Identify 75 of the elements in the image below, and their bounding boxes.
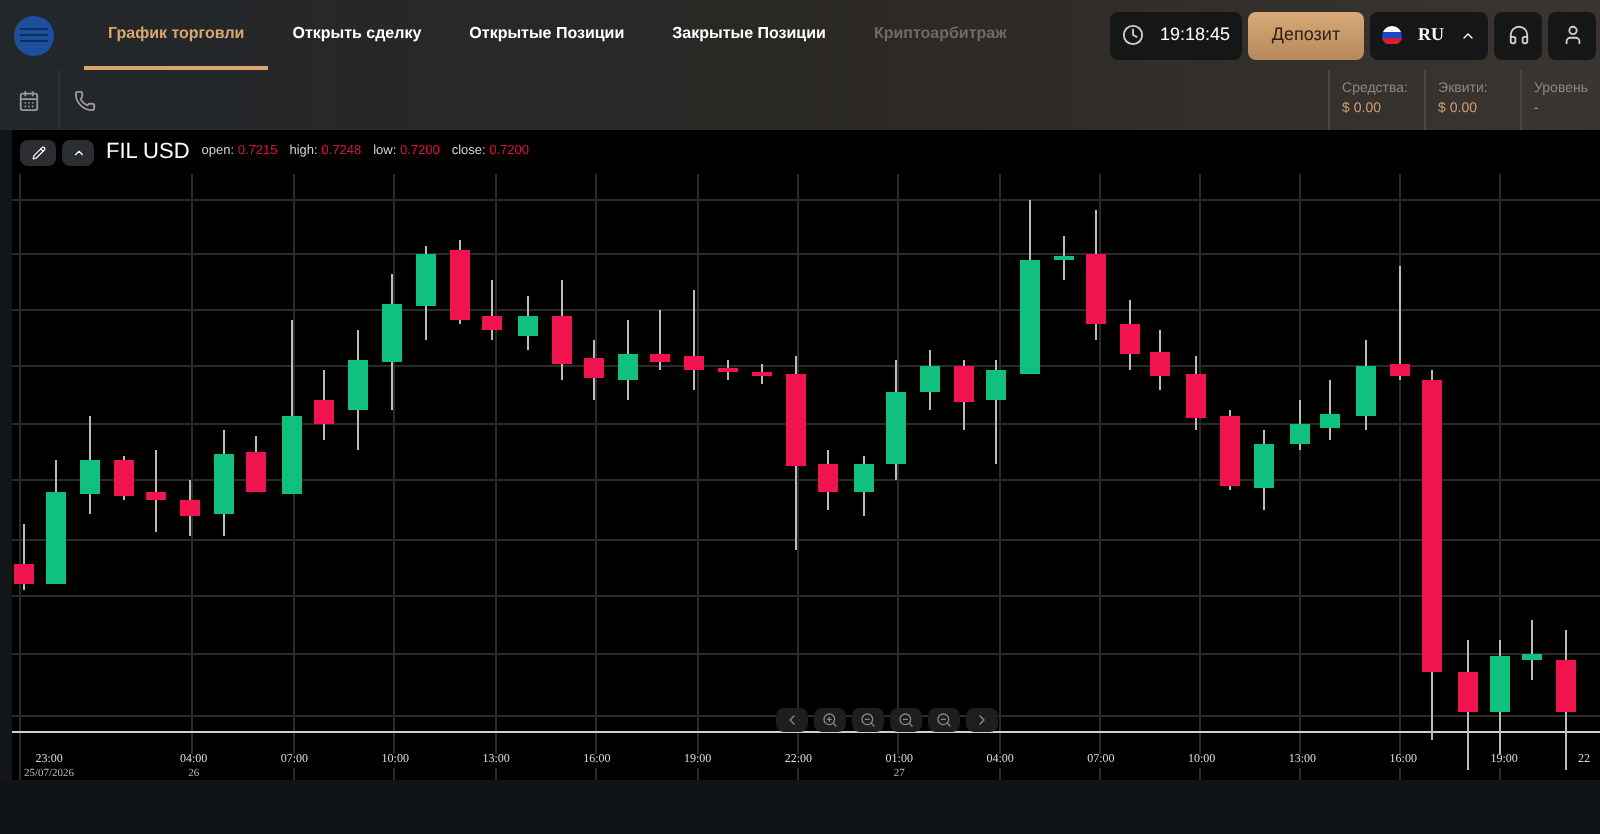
- clock-icon: [1121, 24, 1144, 46]
- candle: [618, 319, 638, 401]
- caret-icon: [71, 145, 85, 159]
- candle: [382, 273, 402, 411]
- candle: [1556, 629, 1576, 771]
- candle: [854, 455, 874, 517]
- user-icon: [1561, 24, 1583, 46]
- chevron-right-icon: [974, 712, 990, 728]
- candle: [920, 349, 940, 411]
- candle: [718, 359, 738, 381]
- pencil-icon: [31, 145, 45, 159]
- candle: [482, 279, 502, 341]
- deposit-button[interactable]: Депозит: [1248, 11, 1364, 59]
- candle: [1390, 265, 1410, 381]
- zoom-out-icon: [860, 712, 876, 728]
- candle: [46, 459, 66, 585]
- zoom-in-icon: [822, 712, 838, 728]
- candle: [886, 359, 906, 481]
- language-selector[interactable]: RU: [1370, 11, 1488, 59]
- candle: [1254, 429, 1274, 511]
- candle: [180, 479, 200, 537]
- zoom-out-icon: [936, 712, 952, 728]
- candle: [986, 359, 1006, 465]
- phone-icon: [73, 89, 95, 111]
- candle: [954, 359, 974, 431]
- candle: [314, 369, 334, 441]
- candle: [114, 455, 134, 501]
- candle: [146, 449, 166, 533]
- candle: [518, 295, 538, 351]
- zoom-out-button[interactable]: [890, 708, 922, 732]
- candle: [1186, 355, 1206, 431]
- zoom-out-icon: [898, 712, 914, 728]
- candle: [1120, 299, 1140, 371]
- profile-button[interactable]: [1548, 11, 1596, 59]
- zoom-out-button[interactable]: [928, 708, 960, 732]
- candle: [450, 239, 470, 325]
- scroll-left-button[interactable]: [776, 708, 808, 732]
- candle: [246, 435, 266, 493]
- candle: [80, 415, 100, 515]
- candle: [752, 363, 772, 385]
- zoom-in-button[interactable]: [814, 708, 846, 732]
- nav-tab[interactable]: Закрытые Позиции: [648, 0, 850, 70]
- nav-tab[interactable]: График торговли: [84, 0, 269, 70]
- candle: [214, 429, 234, 537]
- candle: [1320, 379, 1340, 441]
- flag-icon: [1382, 25, 1402, 45]
- calendar-icon: [18, 89, 40, 111]
- headset-icon: [1507, 24, 1529, 46]
- nav-tab[interactable]: Открыть сделку: [268, 0, 446, 70]
- drawing-tool-button[interactable]: [20, 139, 56, 165]
- candle: [650, 309, 670, 371]
- candle: [1054, 235, 1074, 281]
- nav-tab[interactable]: Открытые Позиции: [445, 0, 649, 70]
- clock-time: 19:18:45: [1159, 21, 1230, 48]
- candle: [416, 245, 436, 341]
- candle: [1220, 409, 1240, 491]
- collapse-button[interactable]: [62, 139, 94, 165]
- candle: [552, 279, 572, 381]
- scroll-right-button[interactable]: [966, 708, 998, 732]
- candle: [14, 523, 34, 591]
- zoom-out-button[interactable]: [852, 708, 884, 732]
- candle: [818, 449, 838, 511]
- candle: [348, 329, 368, 451]
- symbol-name: FIL USD: [106, 137, 190, 168]
- candle: [1522, 619, 1542, 681]
- support-button[interactable]: [1494, 11, 1542, 59]
- candle: [1150, 329, 1170, 391]
- candle: [1086, 209, 1106, 341]
- candle: [584, 339, 604, 401]
- logo-icon: [14, 15, 54, 55]
- chevron-left-icon: [784, 712, 800, 728]
- candle: [1290, 399, 1310, 451]
- candle: [1458, 639, 1478, 771]
- candle: [1356, 339, 1376, 431]
- candle: [684, 289, 704, 391]
